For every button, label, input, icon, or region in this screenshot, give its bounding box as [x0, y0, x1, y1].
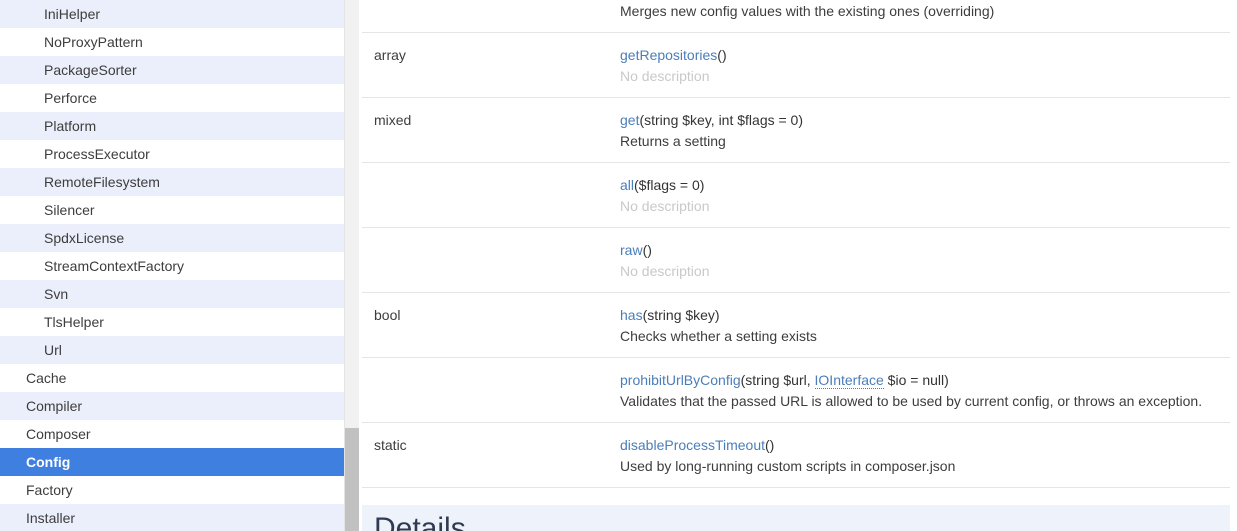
sidebar-scrollbar-track[interactable]: [344, 0, 359, 531]
method-name-link[interactable]: getRepositories: [620, 47, 717, 63]
sidebar-item-composer[interactable]: Composer: [0, 420, 344, 448]
method-signature: has(string $key): [620, 305, 1226, 325]
sidebar-item-platform[interactable]: Platform: [0, 112, 344, 140]
method-name-link[interactable]: prohibitUrlByConfig: [620, 372, 741, 388]
sidebar-item-installer[interactable]: Installer: [0, 504, 344, 531]
method-return-type: bool: [374, 307, 401, 323]
sidebar-item-packagesorter[interactable]: PackageSorter: [0, 56, 344, 84]
sidebar-item-processexecutor[interactable]: ProcessExecutor: [0, 140, 344, 168]
method-name-link[interactable]: disableProcessTimeout: [620, 437, 765, 453]
sidebar: IniHelper NoProxyPattern PackageSorter Perf…: [0, 0, 360, 531]
sidebar-item-factory[interactable]: Factory: [0, 476, 344, 504]
sidebar-item-remotefilesystem[interactable]: RemoteFilesystem: [0, 168, 344, 196]
sidebar-item-tlshelper[interactable]: TlsHelper: [0, 308, 344, 336]
methods-summary-table: Merges new config values with the existi…: [362, 0, 1230, 487]
method-cell: disableProcessTimeout() Used by long-runn…: [620, 435, 1230, 476]
method-cell: raw() No description: [620, 240, 1230, 281]
method-signature: getRepositories(): [620, 45, 1226, 65]
method-row: Merges new config values with the existi…: [362, 0, 1230, 32]
method-name-link[interactable]: get: [620, 112, 639, 128]
type-reference-link[interactable]: IOInterface: [814, 372, 884, 389]
signature-params-post: $io = null): [883, 372, 949, 388]
sidebar-item-perforce[interactable]: Perforce: [0, 84, 344, 112]
method-description: Merges new config values with the existi…: [620, 3, 995, 19]
signature-params: ($flags = 0): [634, 177, 705, 193]
method-row: all($flags = 0) No description: [362, 162, 1230, 227]
method-return-type: static: [374, 437, 407, 453]
sidebar-item-url[interactable]: Url: [0, 336, 344, 364]
method-description: No description: [620, 263, 710, 279]
method-cell: has(string $key) Checks whether a setting…: [620, 305, 1230, 346]
sidebar-item-svn[interactable]: Svn: [0, 280, 344, 308]
method-description: Validates that the passed URL is allowed…: [620, 393, 1203, 409]
method-signature: prohibitUrlByConfig(string $url, IOInter…: [620, 370, 1226, 390]
methods-table-bottom-border: [362, 487, 1230, 488]
method-signature: all($flags = 0): [620, 175, 1226, 195]
main-content: Merges new config values with the existi…: [360, 0, 1237, 531]
method-row: mixed get(string $key, int $flags = 0) Ret…: [362, 97, 1230, 162]
method-signature: disableProcessTimeout(): [620, 435, 1226, 455]
signature-params: (string $key, int $flags = 0): [639, 112, 804, 128]
method-row: array getRepositories() No description: [362, 32, 1230, 97]
method-row: raw() No description: [362, 227, 1230, 292]
sidebar-item-inihelper[interactable]: IniHelper: [0, 0, 344, 28]
method-cell: all($flags = 0) No description: [620, 175, 1230, 216]
sidebar-item-streamcontextfactory[interactable]: StreamContextFactory: [0, 252, 344, 280]
sidebar-item-config[interactable]: Config: [0, 448, 344, 476]
method-row: prohibitUrlByConfig(string $url, IOInter…: [362, 357, 1230, 422]
method-cell: prohibitUrlByConfig(string $url, IOInter…: [620, 370, 1230, 411]
details-heading: Details: [374, 512, 466, 531]
signature-params: (): [717, 47, 727, 63]
sidebar-item-silencer[interactable]: Silencer: [0, 196, 344, 224]
signature-params: (string $key): [642, 307, 720, 323]
sidebar-scrollbar-thumb[interactable]: [345, 428, 359, 531]
method-description: Checks whether a setting exists: [620, 328, 817, 344]
signature-params: (): [642, 242, 652, 258]
sidebar-nav-list: IniHelper NoProxyPattern PackageSorter Perf…: [0, 0, 344, 531]
method-cell: getRepositories() No description: [620, 45, 1230, 86]
method-signature: get(string $key, int $flags = 0): [620, 110, 1226, 130]
method-description: Used by long-running custom scripts in c…: [620, 458, 956, 474]
sidebar-item-noproxypattern[interactable]: NoProxyPattern: [0, 28, 344, 56]
method-description: Returns a setting: [620, 133, 726, 149]
method-description: No description: [620, 198, 710, 214]
method-cell: Merges new config values with the existi…: [620, 0, 1230, 21]
sidebar-item-spdxlicense[interactable]: SpdxLicense: [0, 224, 344, 252]
method-cell: get(string $key, int $flags = 0) Returns …: [620, 110, 1230, 151]
method-return-type: array: [374, 47, 406, 63]
method-name-link[interactable]: has: [620, 307, 643, 323]
method-row: static disableProcessTimeout() Used by lon…: [362, 422, 1230, 487]
sidebar-item-cache[interactable]: Cache: [0, 364, 344, 392]
method-row: bool has(string $key) Checks whether a set…: [362, 292, 1230, 357]
signature-params-pre: (string $url,: [740, 372, 815, 388]
method-signature: raw(): [620, 240, 1226, 260]
method-return-type: mixed: [374, 112, 412, 128]
signature-params: (): [765, 437, 775, 453]
method-description: No description: [620, 68, 710, 84]
documentation-page: IniHelper NoProxyPattern PackageSorter Perf…: [0, 0, 1237, 531]
method-name-link[interactable]: all: [620, 177, 634, 193]
sidebar-item-compiler[interactable]: Compiler: [0, 392, 344, 420]
method-name-link[interactable]: raw: [620, 242, 643, 258]
details-section-banner: Details: [362, 505, 1230, 531]
